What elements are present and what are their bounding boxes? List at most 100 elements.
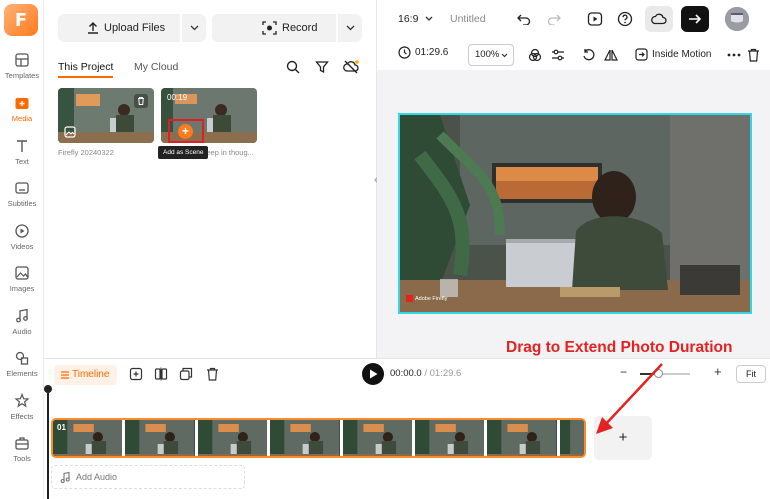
aspect-ratio-select[interactable]: 16:9 <box>398 13 433 25</box>
nav-label-effects: Effects <box>10 412 34 421</box>
delete-media-icon[interactable] <box>134 94 148 108</box>
cloud-off-button[interactable] <box>340 56 362 78</box>
sliders-icon <box>552 49 564 61</box>
timeline-icon <box>61 371 69 379</box>
duration-button[interactable]: 01:29.6 <box>398 46 448 59</box>
search-icon <box>286 60 300 74</box>
play-button[interactable] <box>362 363 384 385</box>
export-button[interactable] <box>681 6 709 32</box>
add-marker-button[interactable] <box>128 366 144 382</box>
record-label: Record <box>282 22 318 34</box>
nav-templates[interactable]: Templates <box>0 50 44 90</box>
nav-label-audio: Audio <box>12 327 32 336</box>
play-icon <box>369 369 377 379</box>
upload-icon <box>88 22 98 34</box>
nav-images[interactable]: Images <box>0 263 44 303</box>
chevron-down-icon <box>501 53 508 58</box>
user-avatar[interactable] <box>725 7 749 31</box>
watermark: Adobe Firefly <box>406 295 447 302</box>
split-button[interactable] <box>153 366 169 382</box>
image-type-icon <box>64 126 76 138</box>
current-time: 00:00.0 <box>390 368 422 379</box>
add-scene-plus-icon[interactable]: + <box>178 124 193 139</box>
clip-frame <box>559 420 584 456</box>
timecode: 00:00.0 / 01:29.6 <box>390 368 461 379</box>
nav-subtitles[interactable]: Subtitles <box>0 178 44 218</box>
app-root: F Templates Media Text Subtitles Videos … <box>0 0 770 499</box>
timeline-toggle[interactable]: Timeline <box>54 365 118 385</box>
inside-motion-button[interactable]: Inside Motion <box>635 48 711 61</box>
tab-this-project[interactable]: This Project <box>58 61 114 78</box>
screen-record-button[interactable] <box>585 9 605 29</box>
flip-button[interactable] <box>602 46 620 64</box>
more-icon <box>727 53 741 57</box>
nav-label-subtitles: Subtitles <box>7 199 37 208</box>
playhead[interactable] <box>44 385 52 499</box>
cloud-icon <box>651 13 667 25</box>
project-title[interactable]: Untitled <box>450 13 486 25</box>
preview-canvas[interactable]: Adobe Firefly <box>398 113 752 314</box>
nav-videos[interactable]: Videos <box>0 221 44 261</box>
delete-button[interactable] <box>744 46 762 64</box>
avatar-icon <box>725 7 749 31</box>
nav-label-videos: Videos <box>10 242 34 251</box>
zoom-in-button[interactable]: + <box>714 364 722 379</box>
trash-icon <box>747 48 759 62</box>
clip-frame <box>197 420 271 456</box>
fit-button[interactable]: Fit <box>736 365 766 383</box>
zoom-select[interactable]: 100% <box>468 44 514 66</box>
nav-audio[interactable]: Audio <box>0 306 44 346</box>
images-icon <box>15 266 29 280</box>
adobe-logo-icon <box>406 295 413 302</box>
redo-button[interactable] <box>544 9 564 29</box>
zoom-value: 100% <box>475 49 500 60</box>
add-square-icon <box>129 367 143 381</box>
search-button[interactable] <box>282 56 304 78</box>
cloud-save-button[interactable] <box>645 6 673 32</box>
add-as-scene-tooltip: Add as Scene <box>158 146 209 159</box>
chevron-down-icon <box>190 25 198 31</box>
timeline-delete-button[interactable] <box>204 366 220 382</box>
clip-frame <box>487 420 560 456</box>
upload-dropdown-caret[interactable] <box>180 14 206 42</box>
duplicate-button[interactable] <box>178 366 194 382</box>
blend-button[interactable] <box>526 46 544 64</box>
nav-effects[interactable]: Effects <box>0 391 44 431</box>
app-logo[interactable]: F <box>4 4 38 36</box>
rotate-button[interactable] <box>580 46 598 64</box>
nav-label-tools: Tools <box>13 454 31 463</box>
clip-frame <box>414 420 488 456</box>
timeline-label: Timeline <box>72 369 110 380</box>
flip-icon <box>604 49 618 61</box>
adjust-button[interactable] <box>549 46 567 64</box>
record-dropdown-caret[interactable] <box>336 14 362 42</box>
record-button[interactable]: Record <box>212 14 362 42</box>
tab-my-cloud[interactable]: My Cloud <box>134 61 178 73</box>
help-button[interactable] <box>615 9 635 29</box>
add-as-scene-highlight[interactable]: + <box>168 119 204 143</box>
filter-button[interactable] <box>311 56 333 78</box>
media-icon <box>15 98 29 109</box>
upload-files-button[interactable]: Upload Files <box>58 14 206 42</box>
more-options-button[interactable] <box>725 46 743 64</box>
nav-elements[interactable]: Elements <box>0 348 44 388</box>
add-audio-track[interactable]: Add Audio <box>51 465 245 489</box>
logo-letter: F <box>14 9 28 31</box>
videos-icon <box>15 224 29 238</box>
undo-button[interactable] <box>514 9 534 29</box>
effects-icon <box>14 393 30 408</box>
nav-media[interactable]: Media <box>0 93 44 133</box>
media-duration: 00:19 <box>167 93 188 102</box>
upload-files-label: Upload Files <box>104 22 166 34</box>
media-thumbnail-1[interactable] <box>58 88 154 143</box>
trash-icon <box>206 367 218 381</box>
preview-toolbar: 01:29.6 100% Inside Motion <box>388 40 770 70</box>
nav-tools[interactable]: Tools <box>0 433 44 473</box>
nav-text[interactable]: Text <box>0 136 44 176</box>
nav-label-media: Media <box>11 114 33 123</box>
screen-record-icon <box>587 12 603 26</box>
annotation-text: Drag to Extend Photo Duration <box>506 339 733 356</box>
clip-number: 01 <box>57 423 66 432</box>
video-track-clip[interactable]: 01 <box>51 418 586 458</box>
cloud-off-icon <box>343 60 359 74</box>
